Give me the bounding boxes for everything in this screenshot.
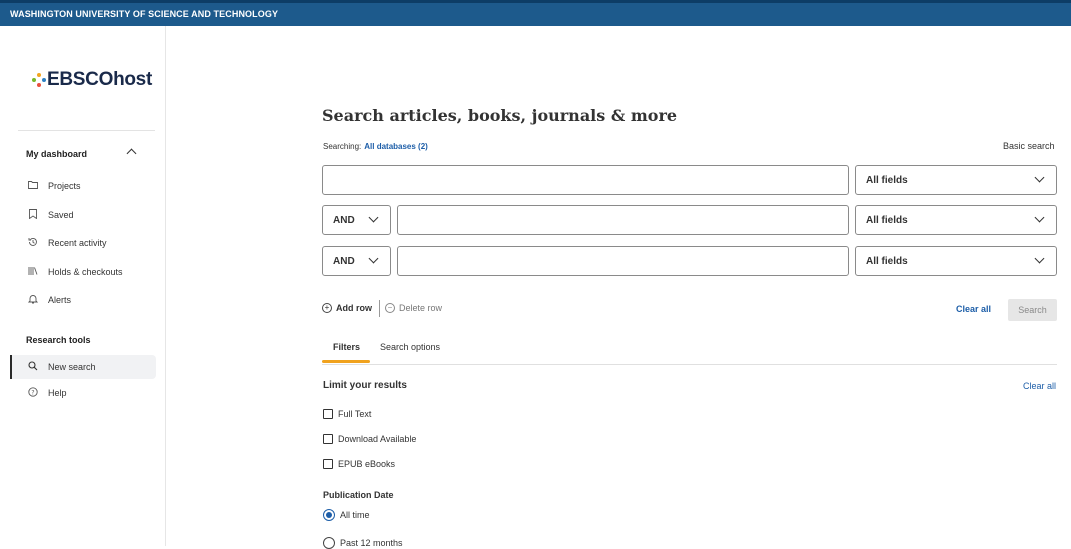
ebscohost-logo[interactable]: EBSCOhost [32,69,152,91]
sidebar-item-saved[interactable]: Saved [10,203,156,227]
chevron-down-icon [1034,253,1045,264]
all-databases-link[interactable]: All databases (2) [364,142,428,151]
ebsco-logo-icon [32,73,46,87]
sidebar-item-new-search[interactable]: New search [10,355,156,379]
sidebar-divider [18,130,155,131]
my-dashboard-heading[interactable]: My dashboard [26,149,87,159]
field-select-value: All fields [866,215,908,226]
bell-icon [25,294,41,307]
date-option-all-time[interactable]: All time [323,509,370,521]
operator-value: AND [333,256,355,267]
operator-select-row-3[interactable]: AND [322,246,391,276]
epub-ebooks-checkbox[interactable]: EPUB eBooks [323,459,395,469]
search-button[interactable]: Search [1008,299,1057,321]
chevron-down-icon [368,253,379,264]
sidebar-item-alerts[interactable]: Alerts [10,288,156,312]
logo-text: EBSCOhost [47,69,152,90]
sidebar-item-label: Saved [48,210,74,220]
search-input-row-1[interactable] [322,165,849,195]
field-select-value: All fields [866,256,908,267]
sidebar: EBSCOhost My dashboard Projects Saved Re… [0,26,166,546]
operator-value: AND [333,215,355,226]
checkbox-icon [323,409,333,419]
search-input-row-3[interactable] [397,246,849,276]
sidebar-item-label: New search [48,362,96,372]
active-tab-indicator [322,360,370,363]
sidebar-item-label: Holds & checkouts [48,267,123,277]
radio-label: Past 12 months [340,538,403,548]
clear-all-search-button[interactable]: Clear all [956,304,991,314]
publication-date-heading: Publication Date [323,490,394,500]
sidebar-item-label: Alerts [48,295,72,305]
chevron-down-icon [1034,172,1045,183]
clear-all-filters-button[interactable]: Clear all [1023,381,1056,391]
full-text-checkbox[interactable]: Full Text [323,409,371,419]
minus-circle-icon: − [385,303,395,313]
delete-row-button[interactable]: − Delete row [385,303,442,313]
sidebar-item-holds-checkouts[interactable]: Holds & checkouts [10,260,156,284]
tab-filters[interactable]: Filters [333,342,360,352]
sidebar-item-label: Recent activity [48,238,107,248]
searching-label: Searching: [323,142,362,151]
limit-results-heading: Limit your results [323,380,407,391]
svg-text:?: ? [31,389,34,396]
field-select-value: All fields [866,175,908,186]
add-row-button[interactable]: + Add row [322,303,372,313]
folder-icon [25,180,41,192]
institution-name: WASHINGTON UNIVERSITY OF SCIENCE AND TEC… [10,9,279,19]
radio-icon [323,537,335,549]
radio-selected-icon [323,509,335,521]
checkbox-icon [323,459,333,469]
checkbox-label: Download Available [338,434,417,444]
sidebar-item-recent-activity[interactable]: Recent activity [10,231,156,255]
search-icon [25,360,41,374]
row-action-divider [379,300,380,317]
chevron-up-icon[interactable] [126,148,137,159]
field-select-row-2[interactable]: All fields [855,205,1057,235]
research-tools-heading: Research tools [26,335,91,345]
tab-divider [322,364,1057,365]
chevron-down-icon [368,212,379,223]
sidebar-item-projects[interactable]: Projects [10,174,156,198]
checkbox-label: EPUB eBooks [338,459,396,469]
searching-databases: Searching: All databases (2) [323,142,428,151]
basic-search-link[interactable]: Basic search [1003,141,1055,151]
operator-select-row-2[interactable]: AND [322,205,391,235]
date-option-past-12-months[interactable]: Past 12 months [323,537,403,549]
field-select-row-3[interactable]: All fields [855,246,1057,276]
chevron-down-icon [1034,212,1045,223]
books-icon [25,266,41,279]
add-row-label: Add row [336,303,372,313]
bookmark-icon [25,208,41,222]
sidebar-item-label: Help [48,388,67,398]
tab-search-options[interactable]: Search options [380,342,440,352]
download-available-checkbox[interactable]: Download Available [323,434,416,444]
search-input-row-2[interactable] [397,205,849,235]
plus-circle-icon: + [322,303,332,313]
delete-row-label: Delete row [399,303,443,313]
field-select-row-1[interactable]: All fields [855,165,1057,195]
sidebar-item-help[interactable]: ? Help [10,381,156,405]
page-title: Search articles, books, journals & more [322,106,678,125]
sidebar-item-label: Projects [48,181,81,191]
radio-label: All time [340,510,370,520]
institution-banner: WASHINGTON UNIVERSITY OF SCIENCE AND TEC… [0,0,1071,26]
help-icon: ? [25,386,41,400]
checkbox-label: Full Text [338,409,372,419]
checkbox-icon [323,434,333,444]
history-icon [25,237,41,250]
